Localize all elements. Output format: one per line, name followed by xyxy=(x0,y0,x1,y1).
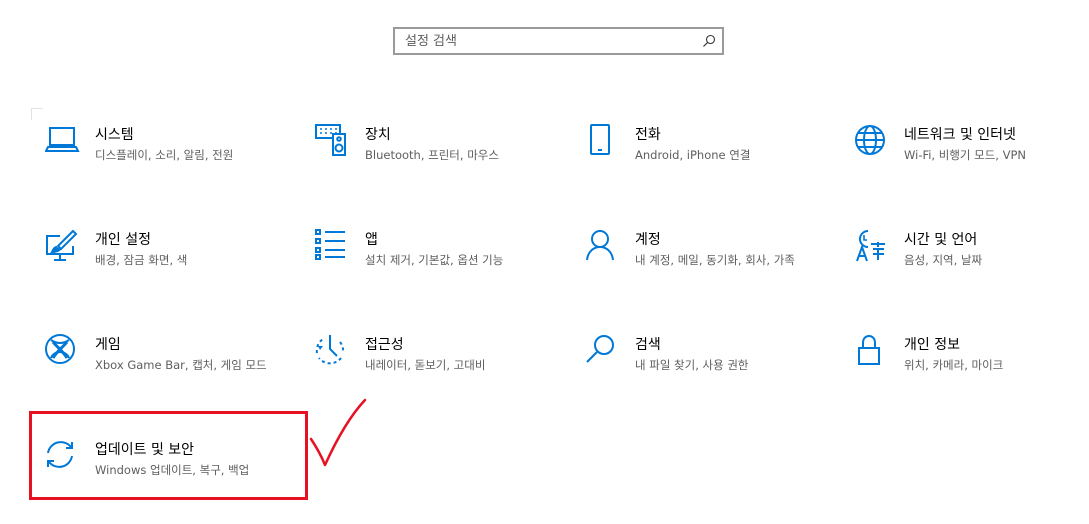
tile-description: Xbox Game Bar, 캡처, 게임 모드 xyxy=(95,358,267,372)
tile-title: 게임 xyxy=(95,337,121,353)
xbox-icon xyxy=(45,334,81,370)
tile-title: 앱 xyxy=(365,232,378,248)
globe-icon xyxy=(854,124,890,160)
tile-apps[interactable]: 앱 설치 제거, 기본값, 옵션 기능 xyxy=(315,229,545,309)
tile-title: 전화 xyxy=(635,127,661,143)
search-input[interactable] xyxy=(395,29,705,53)
annotation-highlight-box xyxy=(29,411,308,500)
tile-description: Bluetooth, 프린터, 마우스 xyxy=(365,148,499,162)
tile-description: 배경, 잠금 화면, 색 xyxy=(95,253,188,267)
tile-description: 내 파일 찾기, 사용 권한 xyxy=(635,358,749,372)
tile-title: 네트워크 및 인터넷 xyxy=(904,127,1016,143)
tile-devices[interactable]: 장치 Bluetooth, 프린터, 마우스 xyxy=(315,124,545,204)
annotation-checkmark xyxy=(309,398,367,467)
tile-title: 개인 정보 xyxy=(904,337,960,353)
tile-title: 시스템 xyxy=(95,127,134,143)
ease-of-access-icon xyxy=(315,334,351,370)
tile-title: 시간 및 언어 xyxy=(904,232,978,248)
tile-title: 장치 xyxy=(365,127,391,143)
tile-description: 디스플레이, 소리, 알림, 전원 xyxy=(95,148,234,162)
tile-title: 검색 xyxy=(635,337,661,353)
lock-icon xyxy=(854,334,890,370)
tile-system[interactable]: 시스템 디스플레이, 소리, 알림, 전원 xyxy=(45,124,275,204)
tile-title: 개인 설정 xyxy=(95,232,151,248)
tile-description: 음성, 지역, 날짜 xyxy=(904,253,983,267)
tile-privacy[interactable]: 개인 정보 위치, 카메라, 마이크 xyxy=(854,334,1084,414)
focus-corner-h xyxy=(31,108,43,109)
tile-description: 설치 제거, 기본값, 옵션 기능 xyxy=(365,253,504,267)
time-language-icon xyxy=(854,229,890,265)
tile-gaming[interactable]: 게임 Xbox Game Bar, 캡처, 게임 모드 xyxy=(45,334,275,414)
tile-phone[interactable]: 전화 Android, iPhone 연결 xyxy=(585,124,815,204)
laptop-icon xyxy=(45,124,81,160)
tile-title: 접근성 xyxy=(365,337,404,353)
paint-monitor-icon xyxy=(45,229,81,265)
person-icon xyxy=(585,229,621,265)
tile-description: 내 계정, 메일, 동기화, 회사, 가족 xyxy=(635,253,795,267)
tile-description: Wi-Fi, 비행기 모드, VPN xyxy=(904,148,1027,162)
tile-network-internet[interactable]: 네트워크 및 인터넷 Wi-Fi, 비행기 모드, VPN xyxy=(854,124,1084,204)
tile-description: Android, iPhone 연결 xyxy=(635,148,751,162)
settings-search-box[interactable] xyxy=(393,27,724,55)
tile-search[interactable]: 검색 내 파일 찾기, 사용 권한 xyxy=(585,334,815,414)
search-icon[interactable] xyxy=(702,34,716,48)
tile-personalization[interactable]: 개인 설정 배경, 잠금 화면, 색 xyxy=(45,229,275,309)
keyboard-speaker-icon xyxy=(315,124,351,160)
tile-accounts[interactable]: 계정 내 계정, 메일, 동기화, 회사, 가족 xyxy=(585,229,815,309)
tile-time-language[interactable]: 시간 및 언어 음성, 지역, 날짜 xyxy=(854,229,1084,309)
tile-title: 계정 xyxy=(635,232,661,248)
magnifier-icon xyxy=(585,334,621,370)
tile-description: 내레이터, 돋보기, 고대비 xyxy=(365,358,486,372)
app-list-icon xyxy=(315,229,351,265)
phone-icon xyxy=(585,124,621,160)
tile-description: 위치, 카메라, 마이크 xyxy=(904,358,1004,372)
focus-corner-v xyxy=(31,108,32,120)
